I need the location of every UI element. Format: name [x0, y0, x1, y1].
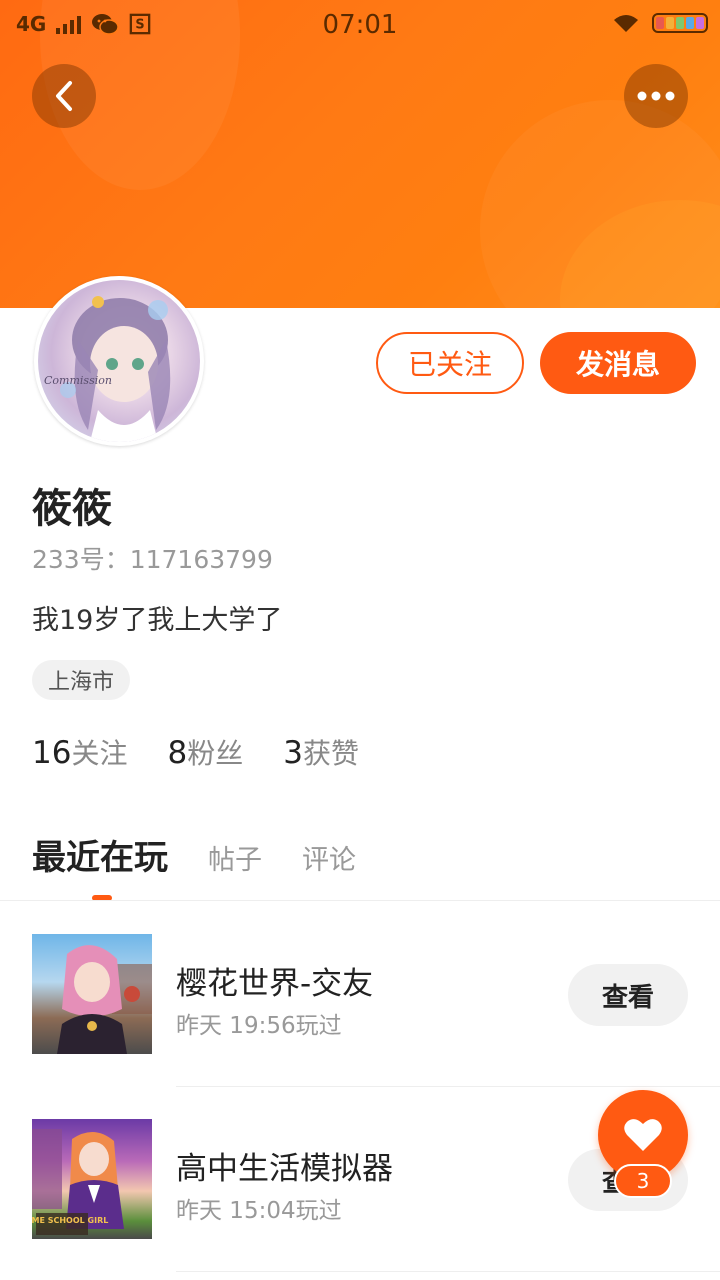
send-message-button[interactable]: 发消息 — [540, 332, 696, 394]
followers-stat[interactable]: 8 粉丝 — [167, 732, 243, 772]
game-thumbnail-art — [57, 945, 152, 1054]
svg-text:ANIME SCHOOL GIRL: ANIME SCHOOL GIRL — [32, 1216, 108, 1225]
like-count-badge: 3 — [614, 1164, 672, 1198]
tab-recently-played[interactable]: 最近在玩 — [32, 830, 168, 879]
tabs-divider — [0, 900, 720, 901]
wifi-icon — [614, 15, 638, 32]
tab-posts[interactable]: 帖子 — [208, 838, 262, 877]
chevron-left-icon — [56, 81, 72, 111]
game-title: 樱花世界-交友 — [176, 966, 374, 1002]
user-bio: 我19岁了我上大学了 — [32, 605, 283, 636]
followers-count: 8 — [167, 735, 188, 771]
likes-label: 获赞 — [302, 737, 359, 770]
game-played-time: 昨天 19:56玩过 — [176, 1013, 342, 1039]
tab-comments[interactable]: 评论 — [302, 838, 356, 877]
user-id: 233号：117163799 — [32, 545, 273, 574]
back-button[interactable] — [32, 64, 96, 128]
profile-stats: 16 关注 8 粉丝 3 获赞 — [32, 732, 359, 772]
game-title: 高中生活模拟器 — [176, 1151, 393, 1187]
svg-text:Commission: Commission — [44, 374, 112, 387]
status-bar: 4G S 07:01 — [0, 0, 720, 52]
game-thumbnail-art: ANIME SCHOOL GIRL — [32, 1129, 124, 1235]
avatar[interactable]: Commission — [34, 276, 204, 446]
view-button[interactable]: 查看 — [568, 964, 688, 1026]
following-count: 16 — [32, 735, 72, 771]
avatar-image: Commission — [38, 280, 200, 442]
game-played-time: 昨天 15:04玩过 — [176, 1198, 342, 1224]
profile-tabs: 最近在玩 帖子 评论 — [32, 830, 356, 879]
more-button[interactable] — [624, 64, 688, 128]
location-tag: 上海市 — [32, 660, 131, 700]
likes-stat[interactable]: 3 获赞 — [283, 732, 359, 772]
avatar-illustration: Commission — [44, 296, 171, 442]
list-item[interactable]: 樱花世界-交友 昨天 19:56玩过 查看 — [0, 902, 720, 1086]
username: 筱筱 — [32, 486, 112, 532]
following-stat[interactable]: 16 关注 — [32, 732, 127, 772]
likes-count: 3 — [283, 735, 303, 771]
followed-button[interactable]: 已关注 — [376, 332, 524, 394]
status-bar-right — [612, 12, 708, 34]
game-thumbnail — [32, 934, 152, 1054]
row-divider — [176, 1271, 720, 1272]
following-label: 关注 — [71, 737, 128, 770]
battery-icon — [652, 13, 708, 33]
more-dots-icon — [637, 91, 675, 101]
heart-icon — [624, 1119, 662, 1151]
followers-label: 粉丝 — [187, 737, 244, 770]
game-thumbnail: ANIME SCHOOL GIRL — [32, 1119, 152, 1239]
